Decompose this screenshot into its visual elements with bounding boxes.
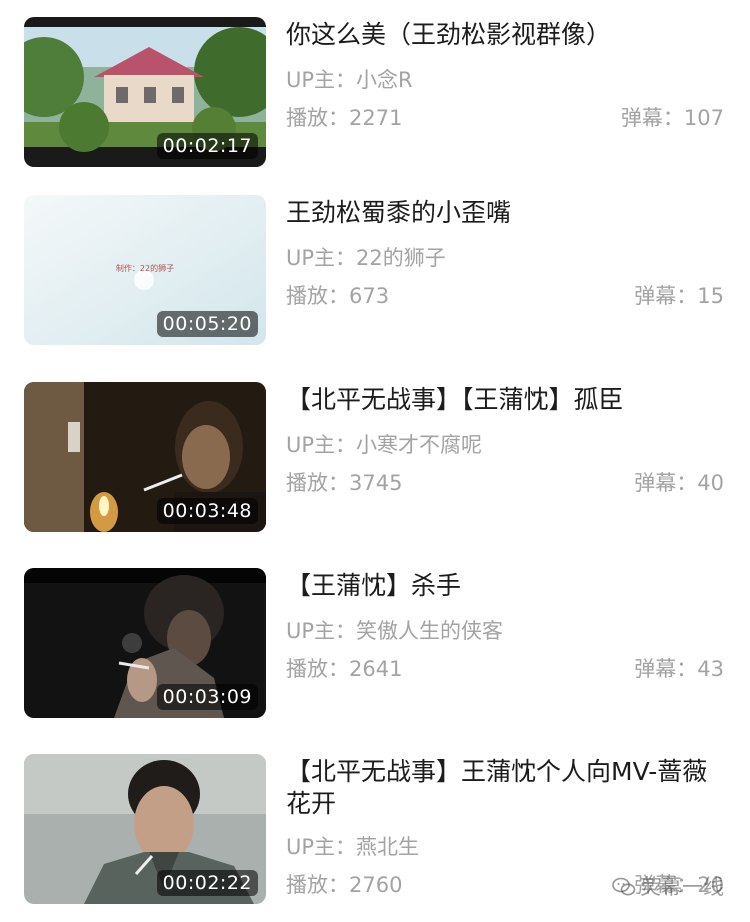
danmaku-label: 弹幕： — [634, 657, 698, 681]
watermark-text: 荧幕一线 — [640, 875, 724, 899]
thumbnail-caption: 制作：22的狮子 — [116, 263, 174, 273]
stats-line: 播放：3745 弹幕：40 — [286, 469, 726, 497]
video-title[interactable]: 你这么美（王劲松影视群像） — [286, 19, 726, 51]
danmaku-count: 弹幕：15 — [634, 282, 724, 310]
play-label: 播放： — [286, 471, 349, 495]
danmaku-label: 弹幕： — [634, 284, 698, 308]
duration-badge: 00:02:22 — [156, 870, 258, 896]
uploader-label: UP主： — [286, 246, 357, 270]
video-title[interactable]: 【王蒲忱】杀手 — [286, 570, 726, 602]
stats-line: 播放：2271 弹幕：107 — [286, 104, 726, 132]
play-label: 播放： — [286, 657, 349, 681]
play-value: 673 — [349, 284, 390, 308]
video-thumbnail[interactable]: 00:03:09 — [24, 568, 266, 718]
watermark: 荧幕一线 — [612, 872, 724, 902]
uploader-label: UP主： — [286, 835, 357, 859]
video-item[interactable]: 00:03:48 【北平无战事】【王蒲忱】孤臣 UP主：小寒才不腐呢 播放：37… — [0, 382, 750, 534]
play-label: 播放： — [286, 284, 349, 308]
uploader-line: UP主：小寒才不腐呢 — [286, 431, 726, 459]
video-item[interactable]: 制作：22的狮子 00:05:20 王劲松蜀黍的小歪嘴 UP主：22的狮子 播放… — [0, 195, 750, 347]
play-label: 播放： — [286, 106, 349, 130]
uploader-line: UP主：小念R — [286, 66, 726, 94]
video-item[interactable]: 00:03:09 【王蒲忱】杀手 UP主：笑傲人生的侠客 播放：2641 弹幕：… — [0, 568, 750, 720]
duration-badge: 00:03:09 — [156, 684, 258, 710]
danmaku-value: 107 — [683, 106, 724, 130]
duration-badge: 00:05:20 — [156, 311, 258, 337]
uploader-line: UP主：燕北生 — [286, 833, 726, 861]
danmaku-count: 弹幕：40 — [634, 469, 724, 497]
play-count: 播放：2760 — [286, 871, 402, 899]
stats-line: 播放：673 弹幕：15 — [286, 282, 726, 310]
uploader-label: UP主： — [286, 433, 357, 457]
danmaku-count: 弹幕：107 — [621, 104, 724, 132]
uploader-line: UP主：笑傲人生的侠客 — [286, 617, 726, 645]
uploader-name[interactable]: 22的狮子 — [356, 246, 446, 270]
video-title[interactable]: 【北平无战事】【王蒲忱】孤臣 — [286, 384, 726, 416]
play-label: 播放： — [286, 873, 349, 897]
video-thumbnail[interactable]: 00:03:48 — [24, 382, 266, 532]
video-thumbnail[interactable]: 00:02:22 — [24, 754, 266, 904]
danmaku-value: 15 — [697, 284, 724, 308]
danmaku-label: 弹幕： — [620, 106, 684, 130]
stats-line: 播放：2641 弹幕：43 — [286, 655, 726, 683]
play-count: 播放：2641 — [286, 655, 402, 683]
play-count: 播放：673 — [286, 282, 389, 310]
video-list: 00:02:17 你这么美（王劲松影视群像） UP主：小念R 播放：2271 弹… — [0, 0, 750, 922]
danmaku-value: 43 — [697, 657, 724, 681]
uploader-label: UP主： — [286, 619, 357, 643]
wechat-icon — [612, 877, 636, 896]
danmaku-count: 弹幕：43 — [634, 655, 724, 683]
video-item[interactable]: 00:02:17 你这么美（王劲松影视群像） UP主：小念R 播放：2271 弹… — [0, 17, 750, 169]
uploader-name[interactable]: 小寒才不腐呢 — [356, 433, 482, 457]
play-value: 2271 — [349, 106, 403, 130]
play-count: 播放：2271 — [286, 104, 402, 132]
video-thumbnail[interactable]: 00:02:17 — [24, 17, 266, 167]
video-title[interactable]: 【北平无战事】王蒲忱个人向MV-蔷薇花开 — [286, 756, 726, 820]
play-value: 3745 — [349, 471, 403, 495]
danmaku-value: 40 — [697, 471, 724, 495]
uploader-label: UP主： — [286, 68, 357, 92]
video-thumbnail[interactable]: 制作：22的狮子 00:05:20 — [24, 195, 266, 345]
video-title[interactable]: 王劲松蜀黍的小歪嘴 — [286, 197, 726, 229]
duration-badge: 00:02:17 — [156, 133, 258, 159]
uploader-name[interactable]: 笑傲人生的侠客 — [356, 619, 503, 643]
play-value: 2641 — [349, 657, 403, 681]
play-count: 播放：3745 — [286, 469, 402, 497]
play-value: 2760 — [349, 873, 403, 897]
uploader-name[interactable]: 燕北生 — [356, 835, 419, 859]
uploader-line: UP主：22的狮子 — [286, 244, 726, 272]
uploader-name[interactable]: 小念R — [356, 68, 413, 92]
danmaku-label: 弹幕： — [634, 471, 698, 495]
duration-badge: 00:03:48 — [156, 498, 258, 524]
